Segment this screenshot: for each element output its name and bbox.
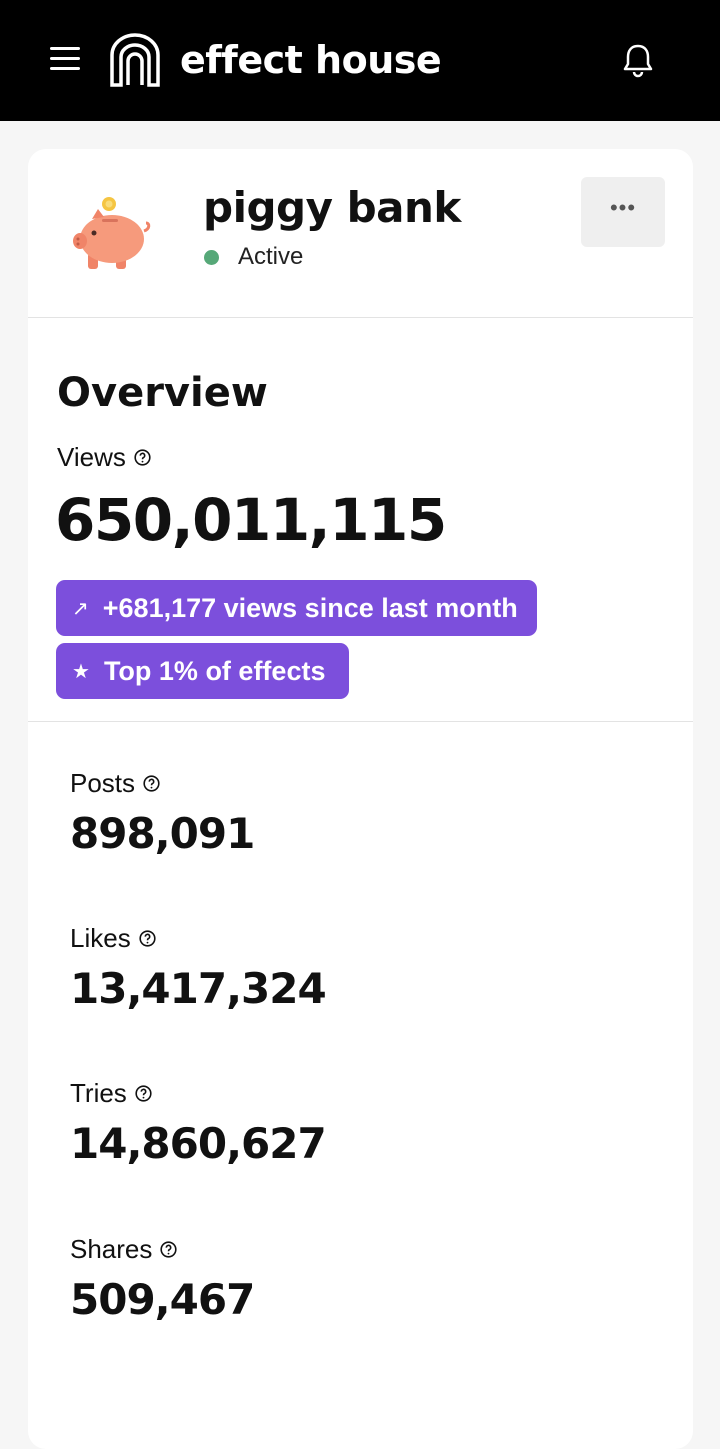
status-label: Active — [238, 243, 304, 270]
brand-name: effect house — [180, 38, 442, 82]
status-indicator: Active — [204, 243, 303, 271]
rank-text: Top 1% of effects — [103, 655, 326, 686]
help-icon[interactable] — [160, 1241, 177, 1258]
stat-label-text: Posts — [70, 768, 136, 798]
more-icon: ••• — [609, 195, 637, 220]
more-options-button[interactable]: ••• — [581, 177, 665, 247]
effect-name: piggy bank — [203, 183, 461, 232]
status-dot-icon — [204, 249, 219, 265]
stat-value: 509,467 — [70, 1275, 255, 1324]
views-trend-badge: ↗ +681,177 views since last month — [56, 580, 537, 636]
effect-house-logo-icon — [110, 33, 160, 87]
views-label: Views — [57, 442, 151, 473]
stat-posts: Posts 898,091 — [70, 768, 255, 858]
star-icon: ★ — [72, 660, 90, 683]
stat-label: Tries — [70, 1078, 326, 1109]
effect-header: piggy bank Active ••• — [28, 149, 693, 318]
stat-label: Likes — [70, 923, 326, 954]
bell-icon[interactable] — [620, 42, 656, 78]
effect-card: piggy bank Active ••• Overview Views 650… — [28, 149, 693, 1449]
stat-shares: Shares 509,467 — [70, 1234, 255, 1324]
help-icon[interactable] — [135, 1085, 152, 1102]
stat-label-text: Shares — [70, 1234, 153, 1264]
stat-likes: Likes 13,417,324 — [70, 923, 327, 1013]
piggy-bank-icon — [73, 197, 151, 269]
overview-title: Overview — [57, 370, 268, 416]
arrow-up-right-icon: ↗ — [72, 597, 89, 620]
top-bar: effect house — [0, 0, 720, 121]
stat-label: Shares — [70, 1234, 254, 1265]
stat-value: 14,860,627 — [70, 1119, 327, 1168]
stat-label: Posts — [70, 768, 254, 799]
views-trend-text: +681,177 views since last month — [102, 592, 518, 623]
brand-logo[interactable]: effect house — [108, 33, 442, 87]
help-icon[interactable] — [134, 449, 151, 466]
stat-label-text: Tries — [70, 1078, 127, 1108]
help-icon[interactable] — [139, 930, 156, 947]
rank-badge: ★ Top 1% of effects — [56, 643, 349, 699]
stat-tries: Tries 14,860,627 — [70, 1078, 327, 1168]
stat-value: 898,091 — [70, 809, 255, 858]
views-value: 650,011,115 — [55, 486, 447, 554]
stat-label-text: Likes — [70, 923, 131, 953]
views-label-text: Views — [57, 442, 126, 472]
help-icon[interactable] — [143, 775, 160, 792]
menu-icon[interactable] — [50, 47, 80, 73]
overview-section: Overview Views 650,011,115 ↗ +681,177 vi… — [28, 318, 693, 722]
stat-value: 13,417,324 — [70, 964, 327, 1013]
